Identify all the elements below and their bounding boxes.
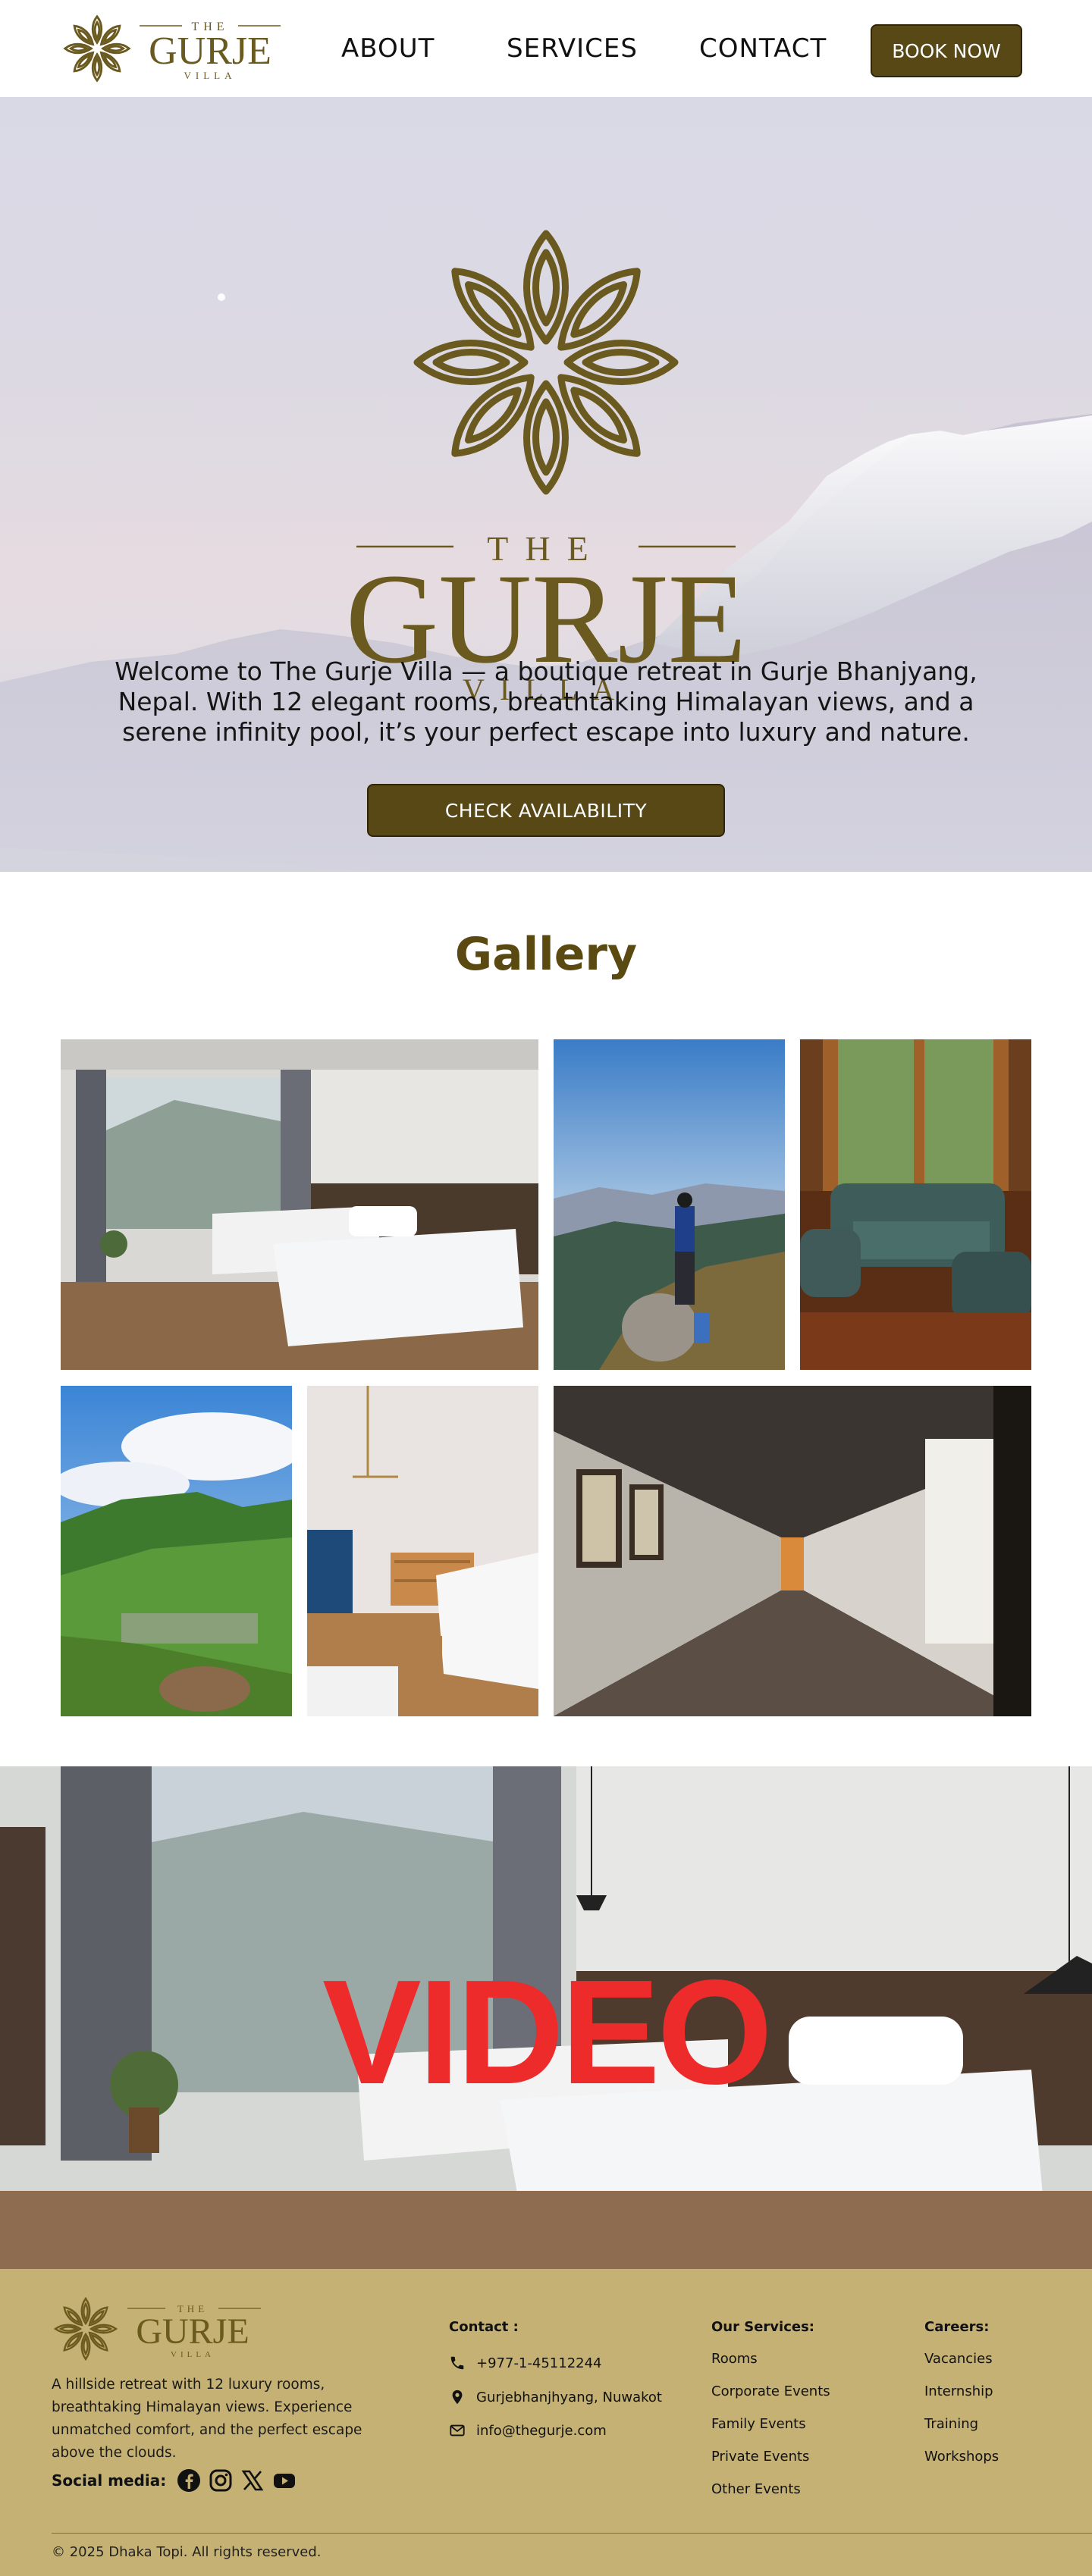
contact-address-row: Gurjebhanjhyang, Nuwakot: [449, 2386, 662, 2408]
navbar: THE GURJE VILLA ABOUT SERVICES CONTACT B…: [0, 0, 1092, 97]
site-footer: THE GURJE VILLA A hillside retreat with …: [0, 2269, 1092, 2576]
mail-icon: [450, 2424, 465, 2437]
gallery-section: Gallery: [0, 872, 1092, 1766]
services-link-corporate-events[interactable]: Corporate Events: [711, 2383, 830, 2399]
svg-text:VILLA: VILLA: [184, 70, 237, 81]
svg-text:GURJE: GURJE: [149, 30, 271, 73]
hero-section: THE GURJE VILLA Welcome to The Gurje Vil…: [0, 97, 1092, 872]
services-link-private-events[interactable]: Private Events: [711, 2449, 809, 2465]
services-link-other-events[interactable]: Other Events: [711, 2481, 801, 2497]
contact-phone-row[interactable]: +977-1-45112244: [449, 2352, 602, 2374]
footer-divider: [52, 2533, 1092, 2534]
check-availability-button[interactable]: CHECK AVAILABILITY: [367, 784, 725, 837]
footer-flower-icon: [54, 2296, 118, 2361]
nav-link-services[interactable]: SERVICES: [507, 33, 638, 64]
nav-logo[interactable]: THE GURJE VILLA: [61, 12, 288, 85]
facebook-icon[interactable]: [177, 2468, 201, 2493]
twin-bedroom-photo[interactable]: [61, 1039, 538, 1370]
social-media-row: Social media:: [52, 2469, 304, 2492]
careers-link-training[interactable]: Training: [924, 2416, 978, 2432]
careers-link-internship[interactable]: Internship: [924, 2383, 993, 2399]
careers-link-vacancies[interactable]: Vacancies: [924, 2351, 993, 2367]
services-link-rooms[interactable]: Rooms: [711, 2351, 758, 2367]
contact-title: Contact :: [449, 2319, 519, 2335]
contact-address: Gurjebhanjhyang, Nuwakot: [476, 2389, 662, 2405]
instagram-icon[interactable]: [209, 2468, 233, 2493]
lounge-seating-photo[interactable]: [800, 1039, 1031, 1370]
hallway-corridor-photo[interactable]: [554, 1386, 1031, 1716]
gallery-title: Gallery: [454, 928, 638, 981]
video-section[interactable]: VIDEO: [0, 1766, 1092, 2269]
svg-text:GURJE: GURJE: [136, 2311, 249, 2352]
copyright-text: © 2025 Dhaka Topi. All rights reserved.: [52, 2544, 322, 2560]
footer-description: A hillside retreat with 12 luxury rooms,…: [52, 2377, 362, 2461]
contact-phone[interactable]: +977-1-45112244: [476, 2355, 602, 2371]
hero-description: Welcome to The Gurje Villa — a boutique …: [115, 657, 977, 747]
logo-flower-icon: [64, 14, 130, 82]
footer-logo[interactable]: THE GURJE VILLA: [52, 2295, 271, 2363]
video-placeholder-label: VIDEO: [322, 1949, 773, 2115]
hero-logo: THE GURJE VILLA: [349, 230, 743, 707]
bedroom-dresser-photo[interactable]: [307, 1386, 538, 1716]
social-media-label: Social media:: [52, 2471, 167, 2490]
location-pin-icon: [452, 2390, 463, 2405]
nav-link-about[interactable]: ABOUT: [341, 33, 435, 64]
contact-email-row[interactable]: info@thegurje.com: [449, 2420, 607, 2441]
hiker-on-ridge-photo[interactable]: [554, 1039, 785, 1370]
svg-text:VILLA: VILLA: [171, 2350, 215, 2359]
green-valley-photo[interactable]: [61, 1386, 292, 1716]
youtube-icon[interactable]: [272, 2468, 297, 2493]
logo-wordmark: THE GURJE VILLA: [140, 20, 281, 81]
contact-email[interactable]: info@thegurje.com: [476, 2423, 607, 2439]
x-icon[interactable]: [240, 2468, 265, 2493]
services-link-family-events[interactable]: Family Events: [711, 2416, 806, 2432]
careers-title: Careers:: [924, 2319, 990, 2335]
book-now-button[interactable]: BOOK NOW: [871, 24, 1022, 77]
phone-icon: [450, 2356, 464, 2370]
nav-link-contact[interactable]: CONTACT: [699, 33, 827, 64]
careers-link-workshops[interactable]: Workshops: [924, 2449, 999, 2465]
hero-flower-icon: [417, 230, 675, 491]
services-title: Our Services:: [711, 2319, 815, 2335]
